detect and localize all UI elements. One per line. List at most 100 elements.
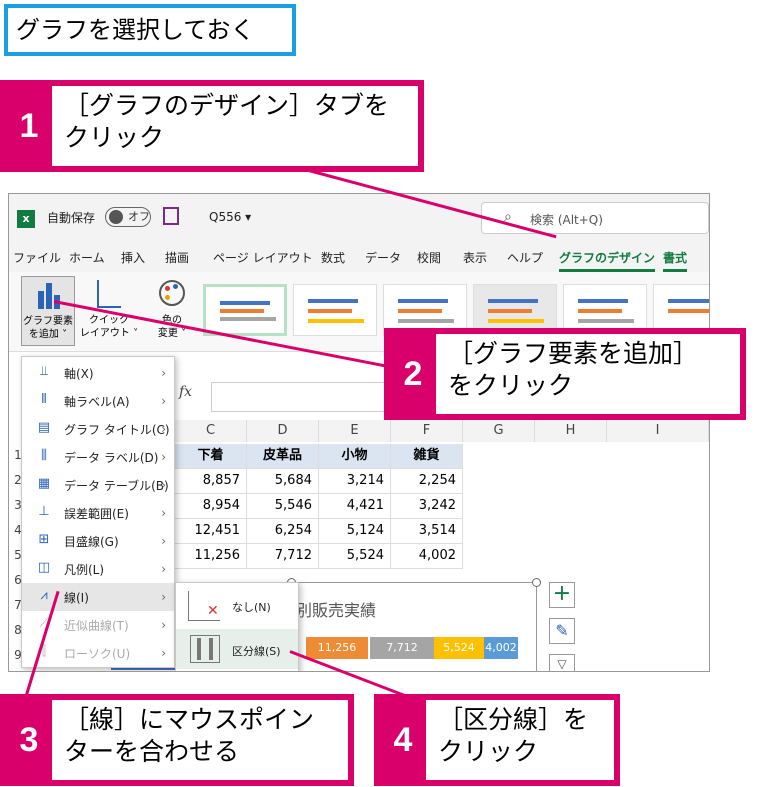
tab-review[interactable]: 校閲 bbox=[417, 249, 441, 266]
table-cell[interactable]: 4,002 bbox=[391, 544, 463, 569]
submenu-item-label: なし(N) bbox=[232, 601, 271, 614]
submenu-item-label: 区分線(S) bbox=[232, 645, 281, 658]
col-header-d[interactable]: D bbox=[247, 420, 319, 442]
table-cell[interactable]: 5,124 bbox=[319, 519, 391, 544]
add-chart-element-button[interactable]: グラフ要素 を追加 ˅ bbox=[21, 276, 75, 346]
col-header-i[interactable]: I bbox=[607, 420, 709, 442]
tab-format[interactable]: 書式 bbox=[663, 249, 688, 272]
table-cell[interactable]: 8,857 bbox=[175, 469, 247, 494]
menu-item-data-table[interactable]: ▦ データ テーブル(B) › bbox=[22, 471, 174, 499]
chart-elements-plus-icon[interactable]: + bbox=[549, 582, 575, 608]
data-label-icon: ⫼ bbox=[41, 448, 47, 463]
table-header[interactable]: 下着 bbox=[175, 444, 247, 469]
tab-file[interactable]: ファイル bbox=[13, 249, 61, 266]
step-text: ［グラフ要素を追加］ をクリック bbox=[436, 334, 740, 414]
change-colors-button[interactable]: 色の 変更 ˅ bbox=[149, 276, 195, 346]
chart-area[interactable]: 別販売実績 11,256 7,712 5,524 4,002 bbox=[287, 578, 541, 671]
menu-item-data-labels[interactable]: ⫼ データ ラベル(D) › bbox=[22, 443, 174, 471]
quick-layout-icon bbox=[97, 280, 121, 308]
chart-title-icon: ▤ bbox=[37, 420, 51, 435]
tab-view[interactable]: 表示 bbox=[463, 249, 487, 266]
fx-icon[interactable]: fx bbox=[179, 384, 209, 410]
table-cell[interactable]: 3,214 bbox=[319, 469, 391, 494]
table-cell[interactable]: 5,524 bbox=[319, 544, 391, 569]
lines-icon: ⩘ bbox=[40, 588, 48, 603]
menu-item-axes[interactable]: ⫫ 軸(X) › bbox=[22, 359, 174, 387]
menu-item-chart-title[interactable]: ▤ グラフ タイトル(C) › bbox=[22, 415, 174, 443]
menu-item-updown-bars[interactable]: ⫿ ローソク(U) › bbox=[22, 639, 174, 667]
tab-page-layout[interactable]: ページ レイアウト bbox=[213, 249, 313, 266]
tab-formulas[interactable]: 数式 bbox=[321, 249, 345, 266]
tab-insert[interactable]: 挿入 bbox=[121, 249, 145, 266]
tab-chart-design[interactable]: グラフのデザイン bbox=[559, 249, 656, 272]
col-header-c[interactable]: C bbox=[175, 420, 247, 442]
tab-help[interactable]: ヘルプ bbox=[507, 249, 543, 266]
col-header-h[interactable]: H bbox=[535, 420, 607, 442]
chevron-right-icon: › bbox=[161, 506, 166, 520]
step-number: 3 bbox=[19, 720, 39, 759]
table-cell[interactable]: 6,254 bbox=[247, 519, 319, 544]
chart-bar-segment[interactable]: 7,712 bbox=[370, 637, 434, 659]
menu-item-label: データ テーブル(B) bbox=[64, 478, 169, 493]
chart-style-1[interactable] bbox=[203, 284, 287, 336]
submenu-item-series-lines[interactable]: 区分線(S) bbox=[176, 629, 298, 669]
table-cell[interactable]: 11,256 bbox=[175, 544, 247, 569]
chart-bar-segment[interactable]: 11,256 bbox=[306, 637, 368, 659]
table-header[interactable]: 小物 bbox=[319, 444, 391, 469]
chart-bar-segment[interactable]: 4,002 bbox=[484, 637, 518, 659]
chart-title[interactable]: 別販売実績 bbox=[296, 597, 376, 621]
menu-item-label: 誤差範囲(E) bbox=[64, 506, 129, 521]
table-cell[interactable]: 3,514 bbox=[391, 519, 463, 544]
chevron-right-icon: › bbox=[161, 590, 166, 604]
table-cell[interactable]: 3,242 bbox=[391, 494, 463, 519]
col-header-e[interactable]: E bbox=[319, 420, 391, 442]
table-header[interactable]: 雑貨 bbox=[391, 444, 463, 469]
autosave-toggle[interactable]: オフ bbox=[105, 207, 151, 227]
menu-item-label: グラフ タイトル(C) bbox=[64, 422, 170, 437]
save-icon[interactable] bbox=[163, 207, 179, 225]
tab-data[interactable]: データ bbox=[365, 249, 401, 266]
filename[interactable]: Q556 ▾ bbox=[209, 210, 251, 224]
step-text: ［線］にマウスポイン ターを合わせる bbox=[52, 700, 348, 780]
search-box[interactable]: ⌕ 検索 (Alt+Q) bbox=[481, 202, 709, 234]
table-cell[interactable]: 7,712 bbox=[247, 544, 319, 569]
table-cell[interactable]: 8,954 bbox=[175, 494, 247, 519]
autosave-label: 自動保存 bbox=[47, 211, 96, 225]
top-instruction-label: グラフを選択しておく bbox=[4, 4, 296, 56]
resize-handle-icon[interactable] bbox=[532, 578, 541, 587]
table-cell[interactable]: 5,546 bbox=[247, 494, 319, 519]
menu-item-legend[interactable]: ◫ 凡例(L) › bbox=[22, 555, 174, 583]
chart-style-2[interactable] bbox=[293, 284, 377, 336]
menu-item-error-bars[interactable]: ⊥ 誤差範囲(E) › bbox=[22, 499, 174, 527]
chart-styles-brush-icon[interactable]: ✎ bbox=[549, 618, 575, 644]
table-cell[interactable]: 4,421 bbox=[319, 494, 391, 519]
chart-bar-segment[interactable]: 5,524 bbox=[434, 637, 484, 659]
table-header[interactable]: 皮革品 bbox=[247, 444, 319, 469]
chevron-right-icon: › bbox=[161, 450, 166, 464]
chevron-right-icon: › bbox=[161, 478, 166, 492]
table-cell[interactable]: 5,684 bbox=[247, 469, 319, 494]
step-number: 2 bbox=[403, 354, 423, 393]
search-placeholder: 検索 (Alt+Q) bbox=[530, 213, 603, 227]
menu-item-gridlines[interactable]: ⊞ 目盛線(G) › bbox=[22, 527, 174, 555]
col-header-g[interactable]: G bbox=[463, 420, 535, 442]
col-header-f[interactable]: F bbox=[391, 420, 463, 442]
menu-item-axis-titles[interactable]: ⫴ 軸ラベル(A) › bbox=[22, 387, 174, 415]
title-bar: x 自動保存 オフ Q556 ▾ ⌕ 検索 (Alt+Q) bbox=[9, 194, 709, 242]
menu-item-label: 軸ラベル(A) bbox=[64, 394, 130, 409]
submenu-item-none[interactable]: ✕ なし(N) bbox=[176, 587, 298, 625]
chevron-right-icon: › bbox=[161, 562, 166, 576]
palette-icon bbox=[159, 280, 185, 306]
tab-draw[interactable]: 描画 bbox=[165, 249, 189, 266]
chart-filter-icon[interactable]: ▽ bbox=[549, 654, 575, 671]
table-cell[interactable]: 2,254 bbox=[391, 469, 463, 494]
menu-item-lines[interactable]: ⩘ 線(I) › bbox=[22, 583, 174, 611]
legend-icon: ◫ bbox=[37, 560, 51, 575]
tab-home[interactable]: ホーム bbox=[69, 249, 105, 266]
menu-item-label: データ ラベル(D) bbox=[64, 450, 159, 465]
series-lines-icon bbox=[190, 635, 220, 663]
step-1-callout: 1 ［グラフのデザイン］タブを クリック bbox=[0, 80, 424, 172]
step-3-callout: 3 ［線］にマウスポイン ターを合わせる bbox=[0, 694, 354, 786]
table-cell[interactable]: 12,451 bbox=[175, 519, 247, 544]
axes-icon: ⫫ bbox=[40, 364, 48, 379]
